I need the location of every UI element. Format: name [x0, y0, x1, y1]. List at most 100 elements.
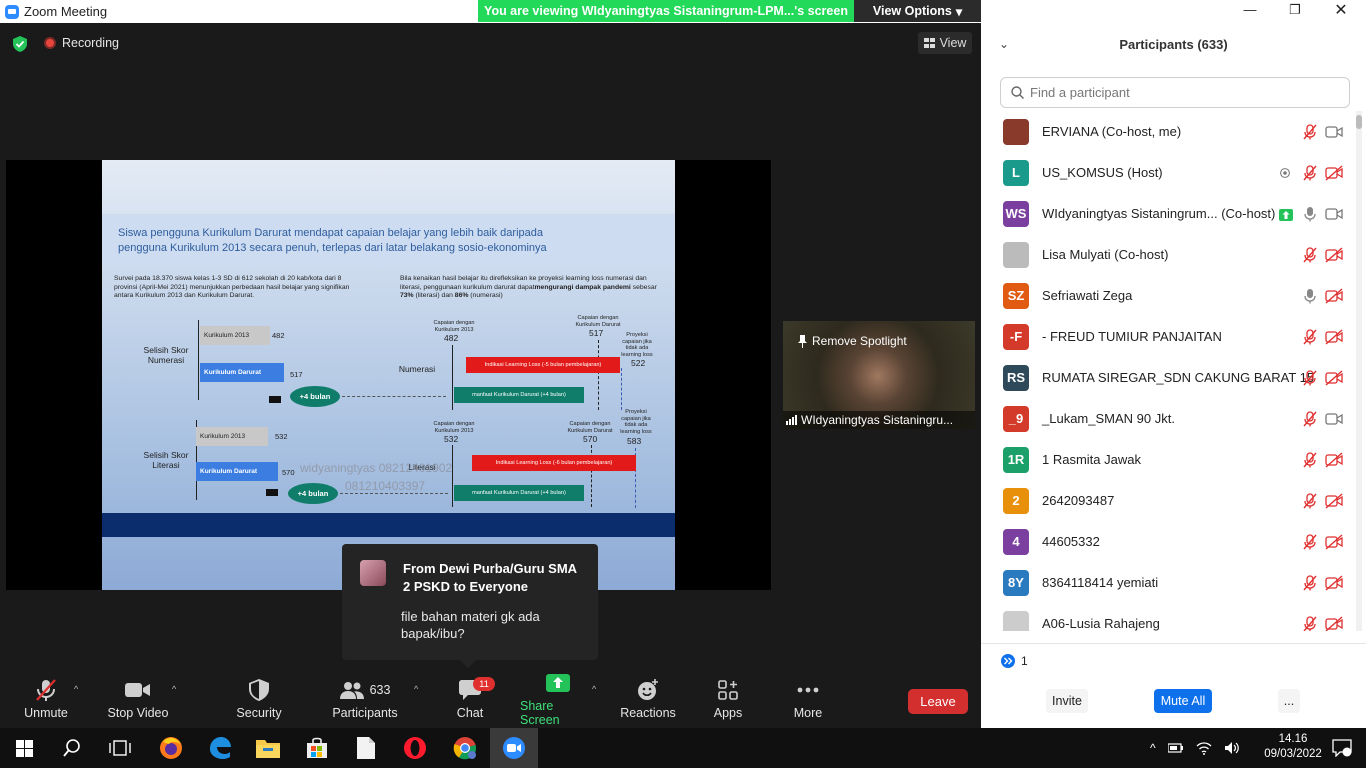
mic-muted-icon[interactable] [1302, 493, 1318, 509]
window-controls: — ❐ ✕ [981, 0, 1366, 23]
store-taskbar-button[interactable] [293, 728, 341, 768]
security-button[interactable]: Security [232, 668, 286, 728]
wifi-icon[interactable] [1196, 741, 1212, 755]
participant-avatar: 8Y [1003, 569, 1029, 596]
participant-row[interactable]: SZ Sefriawati Zega [981, 275, 1355, 316]
taskbar-clock[interactable]: 14.16 09/03/2022 [1262, 732, 1324, 762]
remove-spotlight-button[interactable]: Remove Spotlight [797, 334, 907, 348]
participant-row[interactable]: 4 44605332 [981, 521, 1355, 562]
more-options-button[interactable]: ... [1278, 689, 1300, 713]
share-screen-button[interactable]: Share Screen [520, 668, 596, 728]
encryption-shield-icon[interactable] [13, 36, 27, 52]
participant-search-input[interactable]: Find a participant [1000, 77, 1350, 108]
audio-options-caret-icon[interactable]: ^ [74, 684, 78, 694]
mic-on-icon[interactable] [1302, 288, 1318, 304]
chat-unread-badge: 11 [473, 677, 495, 691]
zoom-taskbar-button[interactable] [490, 728, 538, 768]
participant-name: WIdyaningtyas Sistaningrum... (Co-host) [1042, 206, 1276, 221]
participant-row[interactable]: A06-Lusia Rahajeng [981, 603, 1355, 631]
mute-all-button[interactable]: Mute All [1154, 689, 1212, 713]
mic-muted-icon[interactable] [1302, 124, 1318, 140]
video-off-icon[interactable] [1325, 165, 1343, 181]
participant-list-scrollbar[interactable] [1356, 111, 1362, 631]
more-button[interactable]: More [788, 668, 828, 728]
video-off-icon[interactable] [1325, 329, 1343, 345]
video-off-icon[interactable] [1325, 288, 1343, 304]
participant-row[interactable]: Lisa Mulyati (Co-host) [981, 234, 1355, 275]
stop-video-label: Stop Video [107, 705, 169, 720]
video-off-icon[interactable] [1325, 452, 1343, 468]
participants-button[interactable]: 633 Participants [330, 668, 400, 728]
speaker-icon[interactable] [1224, 741, 1240, 755]
invite-button[interactable]: Invite [1046, 689, 1088, 713]
minimize-button[interactable]: — [1240, 2, 1260, 20]
video-options-caret-icon[interactable]: ^ [172, 684, 176, 694]
mic-muted-icon[interactable] [1302, 452, 1318, 468]
participant-row[interactable]: -F - FREUD TUMIUR PANJAITAN [981, 316, 1355, 357]
more-pages-indicator[interactable]: 1 [1001, 654, 1028, 668]
mic-muted-icon[interactable] [1302, 411, 1318, 427]
restore-button[interactable]: ❐ [1285, 2, 1305, 20]
notifications-button[interactable] [1318, 728, 1366, 768]
video-off-icon[interactable] [1325, 493, 1343, 509]
participant-row[interactable]: RS RUMATA SIREGAR_SDN CAKUNG BARAT 15 [981, 357, 1355, 398]
mic-muted-icon[interactable] [1302, 165, 1318, 181]
mic-muted-icon[interactable] [1302, 329, 1318, 345]
participant-row[interactable]: ERVIANA (Co-host, me) [981, 111, 1355, 152]
close-window-button[interactable]: ✕ [1331, 0, 1351, 19]
mic-muted-icon[interactable] [1302, 534, 1318, 550]
opera-taskbar-button[interactable] [391, 728, 439, 768]
participant-row[interactable]: WS WIdyaningtyas Sistaningrum... (Co-host… [981, 193, 1355, 234]
reactions-button[interactable]: Reactions [620, 668, 676, 728]
stop-video-button[interactable]: Stop Video [104, 668, 172, 728]
participants-panel: ⌄ Participants (633) Find a participant … [981, 23, 1366, 728]
more-label: More [793, 705, 823, 720]
participant-row[interactable]: 2 2642093487 [981, 480, 1355, 521]
participants-caret-icon[interactable]: ^ [414, 684, 418, 694]
scrollbar-thumb[interactable] [1356, 115, 1362, 129]
task-view-button[interactable] [96, 728, 144, 768]
chrome-taskbar-button[interactable] [441, 728, 489, 768]
participant-row[interactable]: L US_KOMSUS (Host) [981, 152, 1355, 193]
spotlight-video-tile[interactable]: Remove Spotlight WIdyaningtyas Sistaning… [783, 321, 975, 429]
tray-overflow-icon[interactable]: ^ [1150, 741, 1156, 755]
document-taskbar-button[interactable] [342, 728, 390, 768]
video-off-icon[interactable] [1325, 370, 1343, 386]
chat-notification-popup[interactable]: From Dewi Purba/Guru SMA 2 PSKD to Every… [342, 544, 598, 668]
video-on-icon[interactable] [1325, 411, 1343, 427]
video-off-icon[interactable] [1325, 534, 1343, 550]
firefox-taskbar-button[interactable] [147, 728, 195, 768]
edge-taskbar-button[interactable] [196, 728, 244, 768]
view-options-button[interactable]: View Options ▾ [854, 0, 981, 22]
mic-on-icon[interactable] [1302, 206, 1318, 222]
reactions-label: Reactions [620, 705, 676, 720]
literasi-row-label: Selisih Skor Literasi [143, 450, 189, 470]
apps-button[interactable]: Apps [708, 668, 748, 728]
video-on-icon[interactable] [1325, 206, 1343, 222]
start-button[interactable] [0, 728, 48, 768]
video-on-icon[interactable] [1325, 124, 1343, 140]
taskbar-search-button[interactable] [48, 728, 96, 768]
participant-row[interactable]: 1R 1 Rasmita Jawak [981, 439, 1355, 480]
video-off-icon[interactable] [1325, 616, 1343, 631]
mic-muted-icon[interactable] [1302, 616, 1318, 631]
participant-avatar [1003, 610, 1029, 631]
video-off-icon[interactable] [1325, 575, 1343, 591]
share-options-caret-icon[interactable]: ^ [592, 684, 596, 694]
file-explorer-taskbar-button[interactable] [244, 728, 292, 768]
recording-indicator[interactable]: Recording [44, 36, 119, 50]
unmute-button[interactable]: Unmute [18, 668, 74, 728]
video-camera-icon [125, 682, 150, 697]
note-right-f: 86% [454, 292, 469, 299]
video-off-icon[interactable] [1325, 247, 1343, 263]
mic-muted-icon[interactable] [1302, 575, 1318, 591]
battery-icon[interactable] [1167, 742, 1184, 754]
mic-muted-icon[interactable] [1302, 247, 1318, 263]
participant-row[interactable]: _9 _Lukam_SMAN 90 Jkt. [981, 398, 1355, 439]
mic-muted-icon[interactable] [1302, 370, 1318, 386]
leave-button[interactable]: Leave [908, 689, 968, 714]
numerasi-benefit-arrow: manfaat Kurikulum Darurat (+4 bulan) [454, 387, 584, 403]
zoom-logo-icon [5, 4, 19, 19]
participant-row[interactable]: 8Y 8364118414 yemiati [981, 562, 1355, 603]
view-layout-button[interactable]: View [918, 32, 972, 54]
